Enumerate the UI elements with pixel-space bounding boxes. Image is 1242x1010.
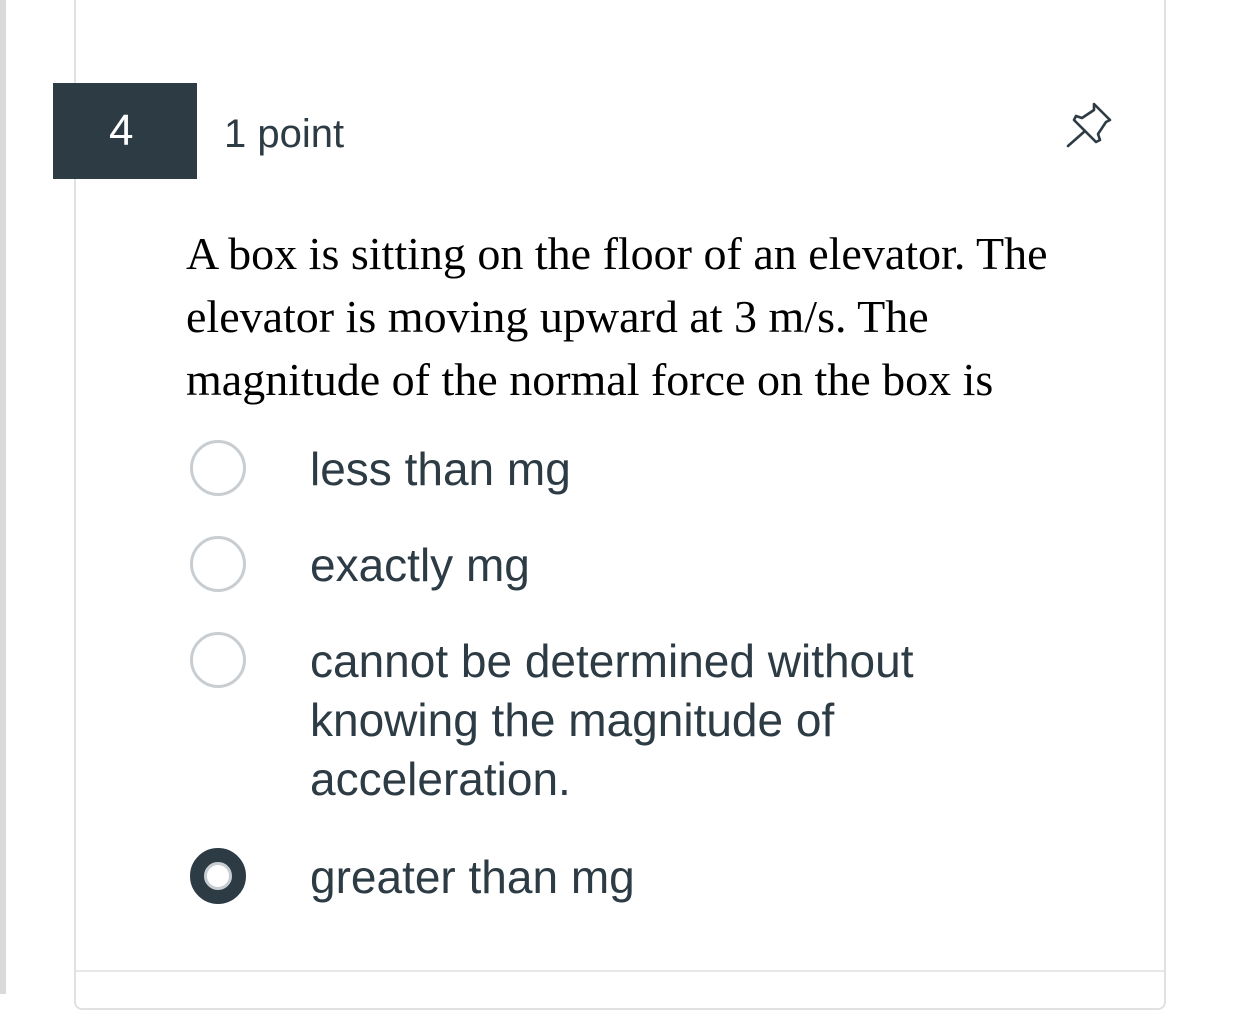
radio-button-selected[interactable] bbox=[190, 848, 246, 904]
question-text: A box is sitting on the floor of an elev… bbox=[186, 228, 1048, 405]
radio-button[interactable] bbox=[190, 632, 246, 688]
answer-label: less than mg bbox=[310, 443, 571, 495]
pushpin-icon[interactable] bbox=[1060, 98, 1116, 154]
question-points: 1 point bbox=[224, 112, 345, 156]
radio-button[interactable] bbox=[190, 440, 246, 496]
card-divider bbox=[76, 970, 1164, 972]
radio-button[interactable] bbox=[190, 536, 246, 592]
answer-label: greater than mg bbox=[310, 851, 635, 903]
page-left-rail bbox=[0, 0, 6, 994]
answer-label: exactly mg bbox=[310, 539, 530, 591]
question-number: 4 bbox=[53, 83, 197, 179]
answer-label: cannot be determined without knowing the… bbox=[310, 635, 914, 805]
